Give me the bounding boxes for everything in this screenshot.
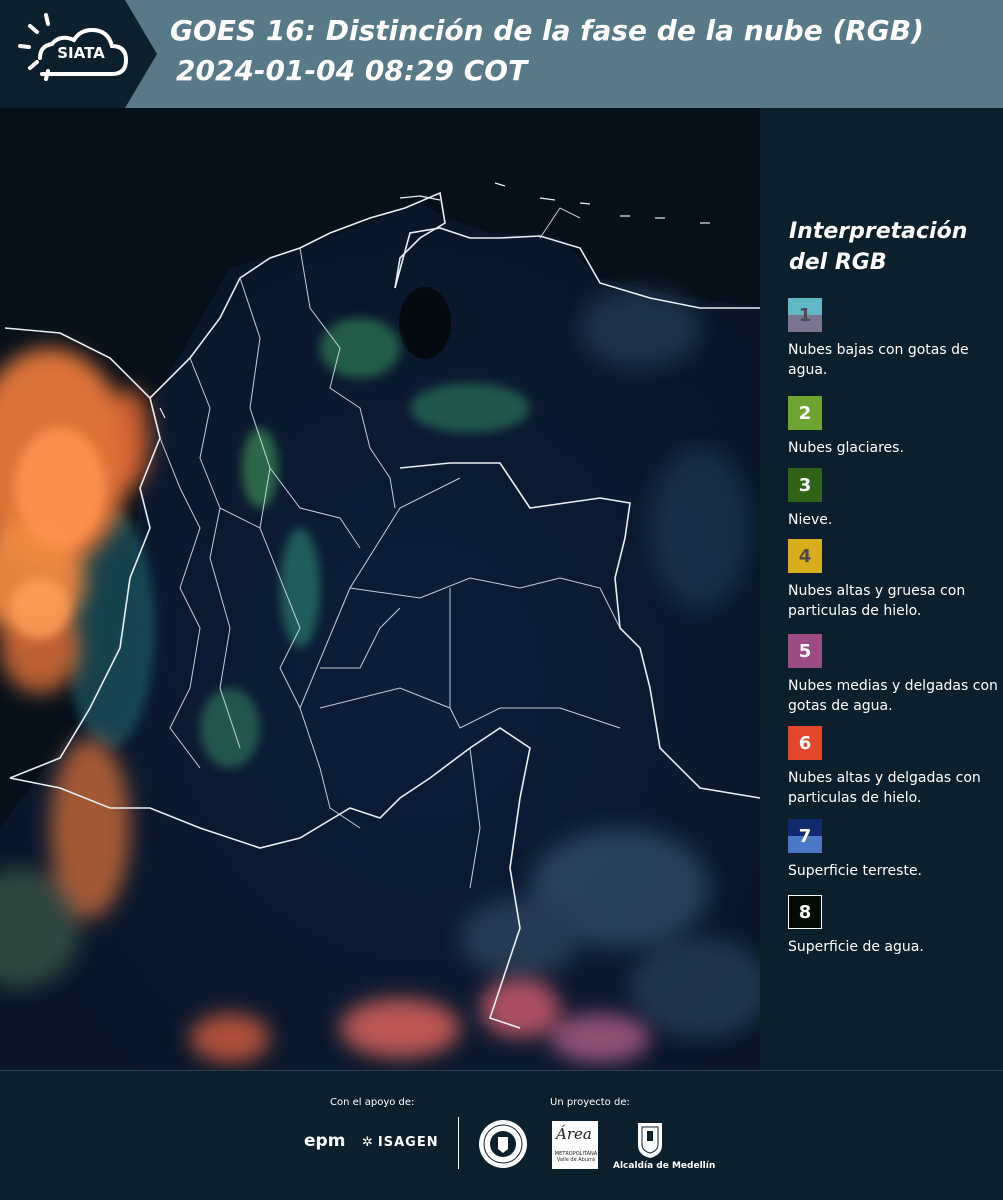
legend-label-8: Superficie de agua. (788, 939, 924, 955)
legend-swatch-8: 8 (788, 895, 822, 929)
legend-number-7: 7 (798, 825, 812, 847)
legend-number-6: 6 (798, 732, 812, 754)
legend-item-4: 4 Nubes altas y gruesa con particulas de… (788, 539, 1000, 621)
alcaldia-logo-text: Alcaldía de Medellín (613, 1161, 716, 1171)
lake-maracaibo (399, 287, 451, 359)
support-label: Con el apoyo de: (330, 1097, 415, 1108)
area-metropolitana-logo: Área METROPOLITANA Valle de Aburrá (552, 1121, 598, 1169)
isagen-logo-text: ISAGEN (377, 1135, 439, 1150)
legend-title: Interpretación del RGB (789, 219, 968, 275)
siata-logo: SIATA (0, 0, 160, 108)
timestamp: 2024-01-04 08:29 COT (176, 54, 528, 87)
legend-item-7: 7 Superficie terreste. (788, 819, 1000, 881)
legend-swatch-3: 3 (788, 468, 822, 502)
legend-number-5: 5 (798, 640, 812, 662)
legend-item-6: 6 Nubes altas y delgadas con particulas … (788, 726, 1000, 808)
legend-swatch-7: 7 (788, 819, 822, 853)
legend-label-2: Nubes glaciares. (788, 440, 904, 456)
header-bar: SIATA GOES 16: Distinción de la fase de … (0, 0, 1003, 108)
legend-swatch-1: 1 (788, 298, 822, 332)
legend-swatch-2: 2 (788, 396, 822, 430)
legend-item-1: 1 Nubes bajas con gotas de agua. (788, 298, 1000, 380)
legend-label-1: Nubes bajas con gotas de agua. (788, 342, 969, 378)
legend-number-4: 4 (798, 545, 812, 567)
satellite-image (0, 108, 760, 1070)
legend-number-2: 2 (798, 402, 812, 424)
gobernacion-seal-icon (479, 1120, 527, 1168)
satellite-map-svg (0, 108, 760, 1070)
area-logo-script: Área (556, 1125, 592, 1143)
legend-item-5: 5 Nubes medias y delgadas con gotas de a… (788, 634, 1000, 716)
legend-swatch-6: 6 (788, 726, 822, 760)
legend-item-8: 8 Superficie de agua. (788, 895, 1000, 957)
legend-panel: Interpretación del RGB 1 Nubes bajas con… (760, 108, 1003, 1070)
legend-number-1: 1 (798, 304, 812, 326)
epm-logo: epm (304, 1131, 346, 1151)
alcaldia-shield-icon (638, 1123, 662, 1158)
legend-item-3: 3 Nieve. (788, 468, 1000, 530)
siata-logo-text: SIATA (57, 44, 105, 62)
legend-swatch-5: 5 (788, 634, 822, 668)
footer: Con el apoyo de: Un proyecto de: epm ✲ I… (0, 1070, 1003, 1200)
legend-item-2: 2 Nubes glaciares. (788, 396, 1000, 458)
legend-label-4: Nubes altas y gruesa con particulas de h… (788, 583, 966, 619)
legend-swatch-4: 4 (788, 539, 822, 573)
legend-number-8: 8 (798, 901, 812, 923)
isagen-logo: ✲ ISAGEN (362, 1135, 439, 1150)
area-logo-subtitle: METROPOLITANA Valle de Aburrá (554, 1151, 598, 1163)
legend-label-7: Superficie terreste. (788, 863, 923, 879)
legend-label-3: Nieve. (788, 512, 833, 528)
footer-divider (458, 1117, 459, 1169)
legend-label-6: Nubes altas y delgadas con particulas de… (788, 770, 981, 806)
legend-label-5: Nubes medias y delgadas con gotas de agu… (788, 678, 998, 714)
legend-number-3: 3 (798, 474, 812, 496)
project-label: Un proyecto de: (550, 1097, 630, 1108)
isagen-star-icon: ✲ (362, 1135, 374, 1150)
page-title: GOES 16: Distinción de la fase de la nub… (170, 14, 924, 47)
